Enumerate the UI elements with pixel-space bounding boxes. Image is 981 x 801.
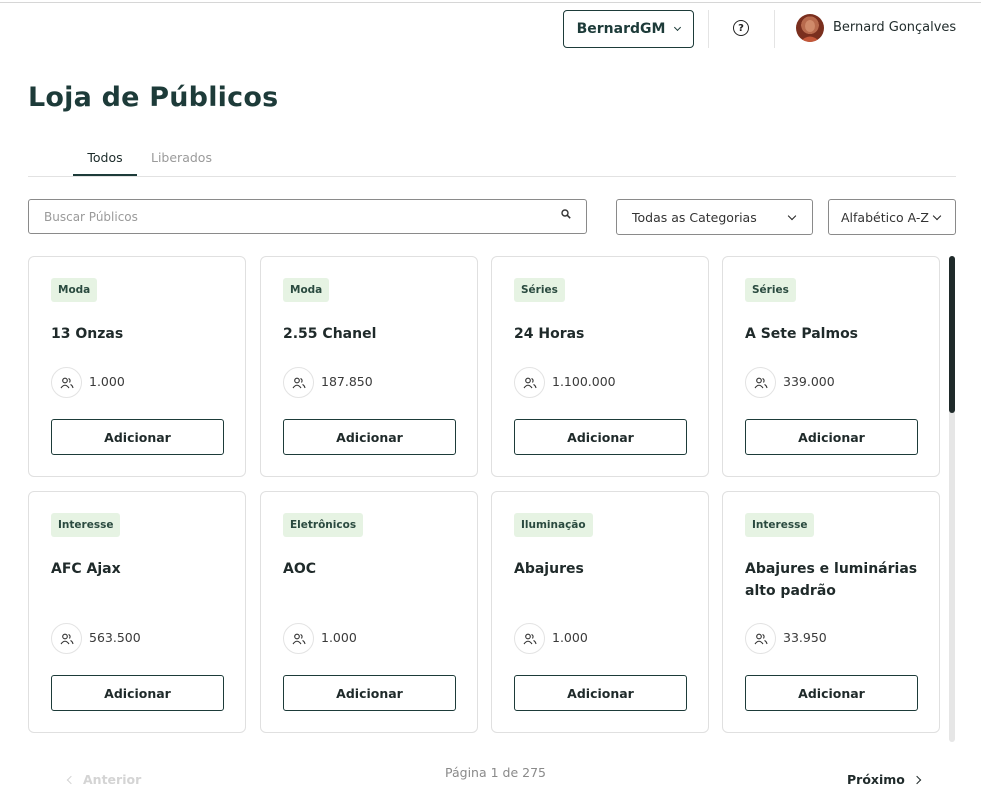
audience-card: Moda 2.55 Chanel 187.850 Adicionar [260, 256, 478, 477]
card-title: Abajures e luminárias alto padrão [745, 561, 918, 599]
chevron-right-icon [912, 775, 922, 784]
card-title: 13 Onzas [51, 326, 124, 342]
account-name: BernardGM [576, 21, 666, 37]
card-title: 2.55 Chanel [283, 326, 377, 342]
previous-label: Anterior [83, 772, 142, 787]
audience-count: 1.000 [89, 374, 125, 389]
add-button[interactable]: Adicionar [514, 675, 687, 711]
add-button[interactable]: Adicionar [514, 419, 687, 455]
tabs-divider [28, 176, 956, 177]
add-button[interactable]: Adicionar [51, 675, 224, 711]
add-button[interactable]: Adicionar [283, 419, 456, 455]
category-value: Todas as Categorias [632, 209, 757, 225]
add-button[interactable]: Adicionar [745, 419, 918, 455]
sort-value: Alfabético A-Z [841, 209, 929, 225]
audience-count: 563.500 [89, 630, 141, 645]
page-indicator: Página 1 de 275 [445, 765, 546, 780]
audience-icon [514, 623, 545, 654]
category-badge: Interesse [51, 513, 121, 537]
audience-count: 1.100.000 [552, 374, 616, 389]
audience-icon [283, 367, 314, 398]
category-dropdown[interactable]: Todas as Categorias [616, 199, 813, 235]
card-title: 24 Horas [514, 326, 585, 342]
audience-card: Interesse Abajures e luminárias alto pad… [722, 491, 940, 733]
top-border [0, 2, 981, 3]
sort-dropdown[interactable]: Alfabético A-Z [828, 199, 956, 235]
card-title: Abajures [514, 561, 584, 577]
help-icon[interactable]: ? [733, 20, 749, 36]
audience-card: Séries A Sete Palmos 339.000 Adicionar [722, 256, 940, 477]
audience-card: Iluminação Abajures 1.000 Adicionar [491, 491, 709, 733]
next-label: Próximo [847, 772, 905, 787]
audience-count: 1.000 [321, 630, 357, 645]
audience-icon [51, 367, 82, 398]
category-badge: Moda [283, 278, 330, 302]
audience-count: 1.000 [552, 630, 588, 645]
chevron-down-icon [787, 211, 797, 221]
category-badge: Eletrônicos [283, 513, 364, 537]
card-title: A Sete Palmos [745, 326, 859, 342]
audience-icon [283, 623, 314, 654]
user-name[interactable]: Bernard Gonçalves [833, 20, 956, 35]
card-title: AOC [283, 561, 317, 577]
category-badge: Séries [745, 278, 796, 302]
chevron-down-icon [932, 211, 942, 221]
chevron-down-icon [674, 23, 682, 32]
previous-page-button[interactable]: Anterior [66, 772, 142, 787]
audience-icon [51, 623, 82, 654]
tab-liberados[interactable]: Liberados [151, 150, 212, 165]
card-title: AFC Ajax [51, 561, 121, 577]
category-badge: Moda [51, 278, 98, 302]
audience-icon [745, 367, 776, 398]
audience-count: 187.850 [321, 374, 373, 389]
audience-card: Eletrônicos AOC 1.000 Adicionar [260, 491, 478, 733]
header-divider [708, 10, 709, 48]
page-title: Loja de Públicos [28, 82, 279, 113]
search-input[interactable] [29, 200, 586, 233]
audience-icon [514, 367, 545, 398]
add-button[interactable]: Adicionar [745, 675, 918, 711]
chevron-left-icon [66, 775, 76, 784]
account-selector[interactable]: BernardGM [563, 10, 694, 48]
audience-icon [745, 623, 776, 654]
category-badge: Interesse [745, 513, 815, 537]
search-box [28, 199, 587, 234]
audience-card: Séries 24 Horas 1.100.000 Adicionar [491, 256, 709, 477]
audience-count: 339.000 [783, 374, 835, 389]
header-divider [774, 10, 775, 48]
next-page-button[interactable]: Próximo [847, 772, 922, 787]
audience-card: Moda 13 Onzas 1.000 Adicionar [28, 256, 246, 477]
add-button[interactable]: Adicionar [283, 675, 456, 711]
add-button[interactable]: Adicionar [51, 419, 224, 455]
category-badge: Séries [514, 278, 565, 302]
avatar[interactable] [796, 14, 824, 42]
audience-count: 33.950 [783, 630, 827, 645]
audience-card: Interesse AFC Ajax 563.500 Adicionar [28, 491, 246, 733]
scrollbar-thumb[interactable] [949, 256, 955, 413]
search-icon[interactable] [561, 209, 571, 219]
category-badge: Iluminação [514, 513, 593, 537]
tab-todos[interactable]: Todos [73, 150, 137, 165]
